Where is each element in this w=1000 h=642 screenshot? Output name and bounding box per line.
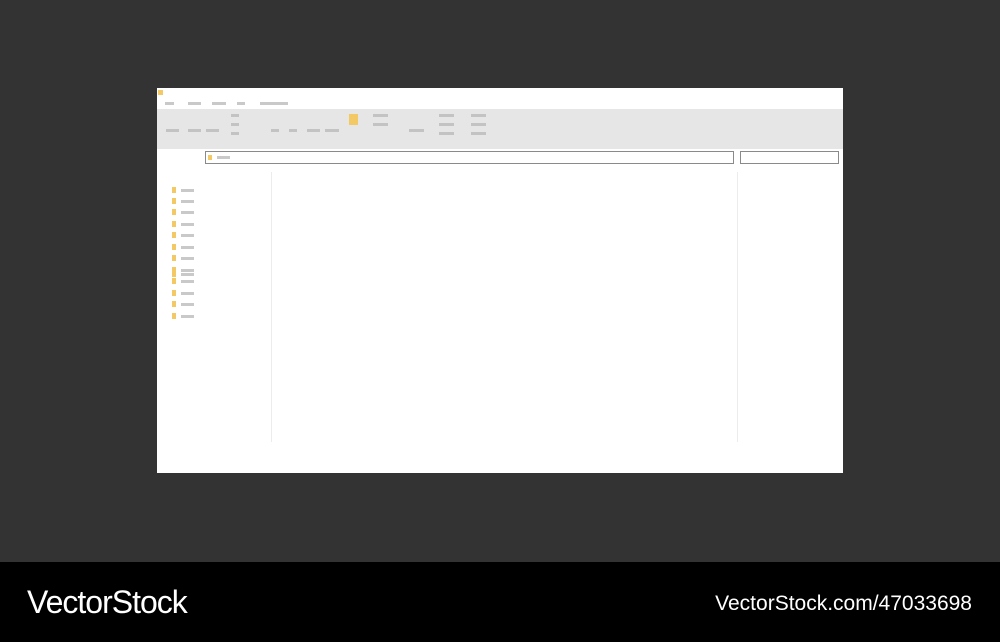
ribbon-button[interactable] [231,123,239,126]
file-explorer-window [157,88,843,473]
tree-item[interactable] [172,232,202,239]
ribbon-button[interactable] [271,129,279,132]
tree-item-label [181,303,194,306]
folder-icon [172,278,176,284]
ribbon-button[interactable] [439,114,454,117]
ribbon-button[interactable] [409,129,424,132]
tree-item-label [181,246,194,249]
tree-item[interactable] [172,290,202,297]
folder-icon [158,90,163,95]
tree-item[interactable] [172,221,202,228]
address-bar[interactable] [205,151,734,164]
title-bar [157,88,843,97]
ribbon-button[interactable] [373,114,388,117]
folder-icon [172,187,176,193]
tree-item[interactable] [172,301,202,308]
tree-item[interactable] [172,209,202,216]
folder-icon [172,221,176,227]
tree-item[interactable] [172,198,202,205]
menu-item-manage[interactable] [260,102,288,105]
ribbon-button[interactable] [439,132,454,135]
tree-item-label [181,292,194,295]
ribbon-button[interactable] [188,129,201,132]
tree-item[interactable] [172,313,202,320]
address-path [217,156,230,159]
tree-item-label [181,234,194,237]
folder-icon [172,232,176,238]
tree-item-label [181,257,194,260]
ribbon-button[interactable] [231,114,239,117]
folder-icon [172,198,176,204]
ribbon-button[interactable] [373,123,388,126]
folder-icon [172,313,176,319]
watermark-banner: VectorStock VectorStock.com/47033698 [0,562,1000,642]
ribbon-button[interactable] [289,129,297,132]
tree-item[interactable] [172,255,202,262]
folder-icon[interactable] [349,114,358,125]
menu-bar [157,97,843,109]
tree-item-label [181,211,194,214]
ribbon-button[interactable] [471,114,486,117]
ribbon-button[interactable] [439,123,454,126]
ribbon-button[interactable] [307,129,320,132]
ribbon-button[interactable] [231,132,239,135]
stage: VectorStock VectorStock.com/47033698 [0,0,1000,642]
folder-icon [172,244,176,250]
tree-item-label [181,280,194,283]
menu-item-file[interactable] [165,102,174,105]
tree-item-label [181,200,194,203]
image-url: VectorStock.com/47033698 [715,592,972,615]
folder-icon [172,290,176,296]
tree-item[interactable] [172,267,202,274]
details-pane-divider[interactable] [737,172,738,442]
tree-item[interactable] [172,187,202,194]
ribbon-toolbar [157,109,843,149]
menu-item-share[interactable] [212,102,226,105]
folder-icon [208,155,212,160]
folder-icon [172,255,176,261]
tree-item-label [181,315,194,318]
search-input[interactable] [740,151,839,164]
folder-icon [172,209,176,215]
ribbon-button[interactable] [471,132,486,135]
ribbon-button[interactable] [206,129,219,132]
tree-item[interactable] [172,278,202,285]
tree-item[interactable] [172,244,202,251]
tree-item-label [181,269,194,272]
menu-item-home[interactable] [188,102,201,105]
menu-item-view[interactable] [237,102,245,105]
vectorstock-logo: VectorStock [27,584,188,620]
ribbon-button[interactable] [471,123,486,126]
tree-item-label [181,223,194,226]
folder-icon [172,267,176,273]
ribbon-button[interactable] [166,129,179,132]
tree-item-label [181,189,194,192]
content-pane[interactable] [272,172,737,442]
ribbon-button[interactable] [325,129,339,132]
folder-icon [172,301,176,307]
